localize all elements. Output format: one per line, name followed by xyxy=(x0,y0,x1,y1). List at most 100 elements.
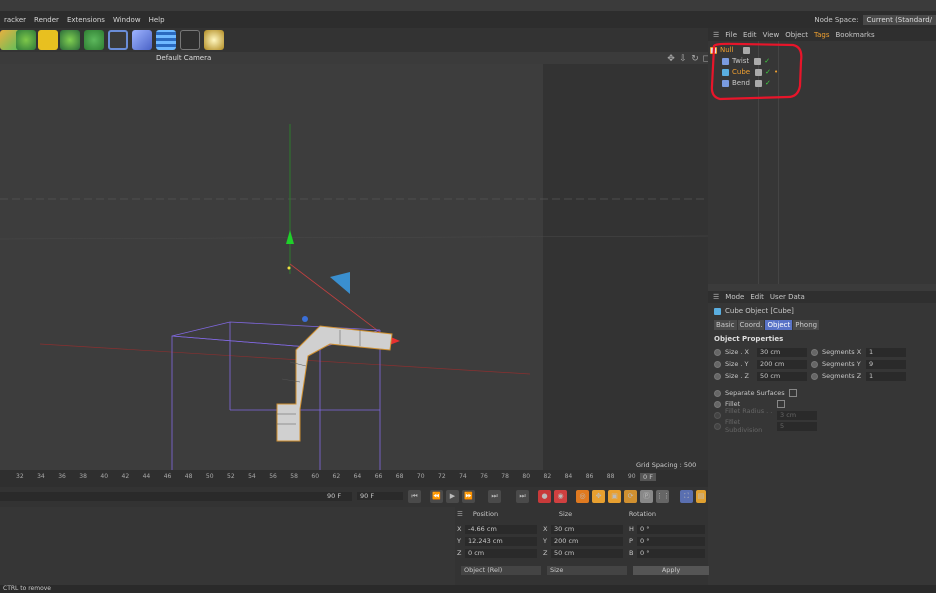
cloner-icon[interactable] xyxy=(84,30,104,50)
connector-icon[interactable] xyxy=(108,30,128,50)
node-space-select[interactable]: Current (Standard/ xyxy=(862,14,936,25)
seg-z-field[interactable]: 1 xyxy=(866,371,906,381)
scale-key-icon[interactable]: ▣ xyxy=(608,490,621,503)
motion-system-icon[interactable]: ⛶ xyxy=(680,490,693,503)
timeline-icon[interactable]: ▤ xyxy=(696,490,706,503)
node-space-label: Node Space: xyxy=(814,15,859,24)
position-key-icon[interactable]: ✥ xyxy=(592,490,605,503)
timeline-tick: 60 xyxy=(311,473,320,480)
timeline-tick: 74 xyxy=(459,473,467,480)
keyframe-icon[interactable] xyxy=(811,348,818,356)
axis-label: X xyxy=(543,525,548,533)
camera-label[interactable]: Default Camera xyxy=(156,54,211,62)
timeline-tick: 70 xyxy=(416,473,425,480)
attr-tabs: Basic Coord. Object Phong xyxy=(714,320,820,330)
menu-item-tracker[interactable]: racker xyxy=(4,16,26,24)
menu-item-help[interactable]: Help xyxy=(149,16,165,24)
size-field[interactable]: 30 cm xyxy=(551,524,623,534)
size-y-field[interactable]: 200 cm xyxy=(757,359,807,369)
tab-phong[interactable]: Phong xyxy=(793,320,820,330)
size-field[interactable]: 50 cm xyxy=(551,548,623,558)
hamburger-icon[interactable]: ☰ xyxy=(713,293,719,301)
coord-mode-select[interactable]: Object (Rel) xyxy=(461,565,541,575)
next-key-icon[interactable]: ⏭ xyxy=(516,490,529,503)
om-menu-object[interactable]: Object xyxy=(785,31,808,39)
end-frame-a[interactable]: 90 F xyxy=(327,492,341,500)
size-x-field[interactable]: 30 cm xyxy=(757,347,807,357)
menu-item-render[interactable]: Render xyxy=(34,16,59,24)
floor-icon[interactable] xyxy=(156,30,176,50)
menu-item-extensions[interactable]: Extensions xyxy=(67,16,105,24)
keyframe-icon[interactable] xyxy=(714,400,721,408)
pos-field[interactable]: 0 cm xyxy=(465,548,537,558)
cube-icon xyxy=(714,307,721,315)
attr-menu-mode[interactable]: Mode xyxy=(725,293,744,301)
attr-menu-user-data[interactable]: User Data xyxy=(770,293,805,301)
size-y-label: Size . Y xyxy=(725,360,749,368)
generator-icon[interactable] xyxy=(38,30,58,50)
fillet-radius-field: 3 cm xyxy=(777,410,817,420)
attribute-menu: ☰ Mode Edit User Data xyxy=(708,291,936,303)
nurbs-icon[interactable] xyxy=(16,30,36,50)
rotation-key-icon[interactable]: ⟳ xyxy=(624,490,637,503)
frame-range-slider[interactable] xyxy=(0,492,352,501)
separate-surfaces-checkbox[interactable] xyxy=(788,389,797,397)
prev-key-icon[interactable]: ⏪ xyxy=(430,490,443,503)
light-icon[interactable] xyxy=(204,30,224,50)
goto-start-icon[interactable]: ⏮ xyxy=(408,490,421,503)
record-icon[interactable]: ● xyxy=(538,490,551,503)
autokey-icon[interactable]: ◉ xyxy=(554,490,567,503)
attribute-manager: ☰ Mode Edit User Data Cube Object [Cube]… xyxy=(708,291,936,585)
hamburger-icon[interactable]: ☰ xyxy=(713,31,719,39)
size-z-row: Size . Z 50 cm Segments Z 1 xyxy=(714,371,906,381)
rot-field[interactable]: 0 ° xyxy=(637,536,705,546)
keyframe-selection-icon[interactable]: ◎ xyxy=(576,490,589,503)
deformer-icon[interactable] xyxy=(132,30,152,50)
param-key-icon[interactable]: Ⓟ xyxy=(640,490,653,503)
attr-menu-edit[interactable]: Edit xyxy=(750,293,764,301)
keyframe-icon[interactable] xyxy=(811,360,818,368)
layer-panel xyxy=(0,507,455,585)
om-menu-view[interactable]: View xyxy=(763,31,780,39)
size-z-field[interactable]: 50 cm xyxy=(757,371,807,381)
keyframe-icon[interactable] xyxy=(714,360,721,368)
object-manager: ☰ File Edit View Object Tags Bookmarks N… xyxy=(708,28,936,284)
keyframe-icon[interactable] xyxy=(714,389,721,397)
om-menu-edit[interactable]: Edit xyxy=(743,31,757,39)
tab-basic[interactable]: Basic xyxy=(714,320,737,330)
timeline-tick: 90 xyxy=(627,473,636,480)
pos-field[interactable]: -4.66 cm xyxy=(465,524,537,534)
seg-y-field[interactable]: 9 xyxy=(866,359,906,369)
tab-coord[interactable]: Coord. xyxy=(737,320,765,330)
coord-size-select[interactable]: Size xyxy=(547,565,627,575)
pla-key-icon[interactable]: ⋮⋮ xyxy=(656,490,670,503)
om-menu-bookmarks[interactable]: Bookmarks xyxy=(836,31,875,39)
keyframe-icon[interactable] xyxy=(811,372,818,380)
end-frame-b[interactable]: 90 F xyxy=(357,492,403,500)
z-axis-dot xyxy=(302,316,308,322)
pos-field[interactable]: 12.243 cm xyxy=(465,536,537,546)
fillet-checkbox[interactable] xyxy=(777,400,785,408)
current-frame-field[interactable]: 0 F xyxy=(640,473,656,481)
om-menu-tags[interactable]: Tags xyxy=(814,31,830,39)
next-frame-icon[interactable]: ⏩ xyxy=(462,490,475,503)
tab-object[interactable]: Object xyxy=(765,320,793,330)
seg-x-field[interactable]: 1 xyxy=(866,347,906,357)
rot-field[interactable]: 0 ° xyxy=(637,524,705,534)
viewport-3d[interactable]: Grid Spacing : 500 cm xyxy=(0,64,708,470)
object-origin xyxy=(287,266,291,270)
keyframe-icon[interactable] xyxy=(714,372,721,380)
rot-field[interactable]: 0 ° xyxy=(637,548,705,558)
timeline-ruler[interactable]: 32 34 36 38 40 42 44 46 48 50 52 54 56 58 60 62 64 66 68 70… xyxy=(0,470,708,487)
keyframe-icon[interactable] xyxy=(714,348,721,356)
om-menu-file[interactable]: File xyxy=(725,31,737,39)
hamburger-icon[interactable]: ☰ xyxy=(457,510,463,518)
menu-item-window[interactable]: Window xyxy=(113,16,141,24)
mograph-icon[interactable] xyxy=(60,30,80,50)
goto-end-icon[interactable]: ⏭ xyxy=(488,490,501,503)
camera-icon[interactable] xyxy=(180,30,200,50)
separate-surfaces-row: Separate Surfaces xyxy=(714,388,797,398)
apply-button[interactable]: Apply xyxy=(633,565,709,575)
play-icon[interactable]: ▶ xyxy=(446,490,459,503)
size-field[interactable]: 200 cm xyxy=(551,536,623,546)
